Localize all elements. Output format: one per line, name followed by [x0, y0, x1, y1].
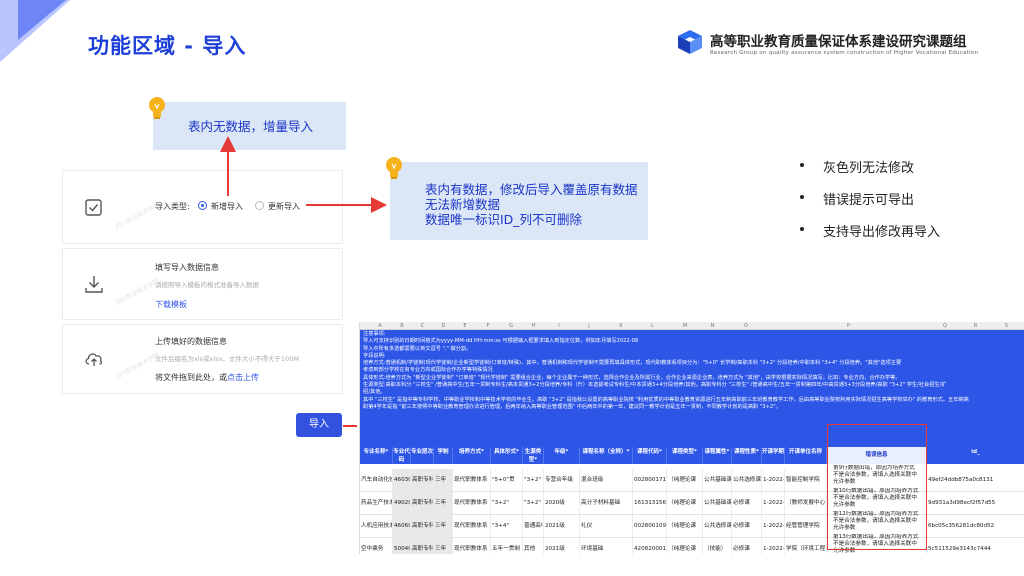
annotation-arrows [220, 136, 387, 427]
slide: 功能区域 - 导入 高等职业教育质量保证体系建设研究课题组 Research G… [0, 0, 1024, 576]
